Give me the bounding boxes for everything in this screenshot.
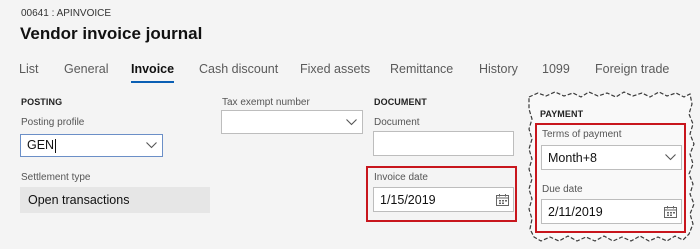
calendar-icon[interactable]: [659, 205, 681, 218]
due-date-label: Due date: [542, 184, 583, 195]
tab-bar: List General Invoice Cash discount Fixed…: [0, 62, 700, 84]
tab-invoice[interactable]: Invoice: [131, 62, 175, 83]
due-date-value: 2/11/2019: [548, 204, 603, 219]
terms-of-payment-label: Terms of payment: [542, 129, 622, 140]
tax-exempt-label: Tax exempt number: [222, 97, 310, 108]
document-input[interactable]: [373, 131, 514, 156]
tab-1099[interactable]: 1099: [542, 62, 570, 76]
chevron-down-icon[interactable]: [140, 142, 162, 149]
settlement-type-value: Open transactions: [28, 193, 130, 207]
document-heading: DOCUMENT: [374, 97, 427, 107]
terms-of-payment-select[interactable]: Month+8: [541, 145, 682, 170]
posting-heading: POSTING: [21, 97, 63, 107]
tax-exempt-select[interactable]: [221, 110, 363, 134]
posting-profile-select[interactable]: GEN: [20, 134, 163, 157]
text-caret: [55, 138, 57, 153]
tab-cash-discount[interactable]: Cash discount: [199, 62, 278, 76]
posting-profile-label: Posting profile: [21, 117, 85, 128]
record-id: 00641 : APINVOICE: [21, 8, 112, 19]
invoice-date-value: 1/15/2019: [380, 192, 436, 207]
tab-fixed-assets[interactable]: Fixed assets: [300, 62, 370, 76]
tab-history[interactable]: History: [479, 62, 518, 76]
due-date-input[interactable]: 2/11/2019: [541, 199, 682, 224]
invoice-date-label: Invoice date: [374, 172, 428, 183]
chevron-down-icon[interactable]: [340, 118, 362, 126]
payment-heading: PAYMENT: [540, 109, 584, 119]
posting-profile-value: GEN: [27, 138, 140, 153]
calendar-icon[interactable]: [491, 193, 513, 206]
chevron-down-icon[interactable]: [659, 154, 681, 161]
terms-of-payment-value: Month+8: [548, 150, 597, 165]
settlement-type-label: Settlement type: [21, 172, 91, 183]
document-label: Document: [374, 117, 420, 128]
tab-remittance[interactable]: Remittance: [390, 62, 453, 76]
settlement-type-field: Open transactions: [20, 187, 210, 213]
tab-foreign-trade[interactable]: Foreign trade: [595, 62, 669, 76]
tab-general[interactable]: General: [64, 62, 108, 76]
page-title: Vendor invoice journal: [20, 24, 203, 43]
tab-list[interactable]: List: [19, 62, 38, 76]
invoice-date-input[interactable]: 1/15/2019: [373, 187, 514, 212]
posting-profile-text: GEN: [27, 138, 55, 153]
